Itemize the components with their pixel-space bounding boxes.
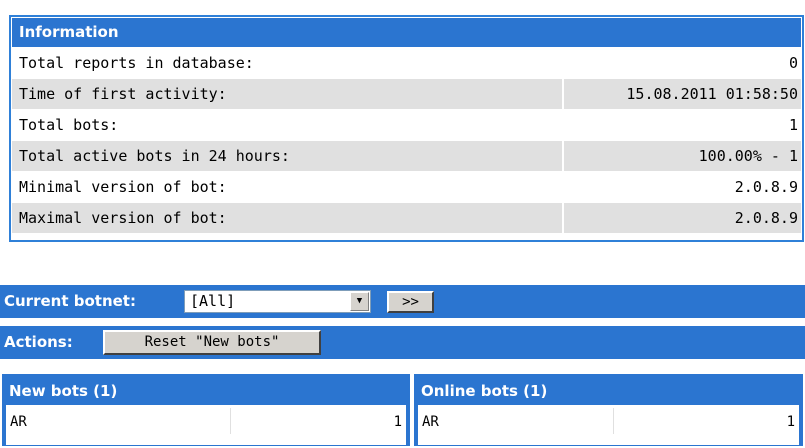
count-cell: 1	[230, 408, 406, 434]
chevron-down-icon[interactable]: ▼	[350, 292, 369, 311]
information-panel: Information Total reports in database: 0…	[9, 15, 804, 242]
botnet-select[interactable]: [All] ▼	[184, 290, 371, 313]
information-title: Information	[12, 18, 801, 47]
info-row-first-activity: Time of first activity: 15.08.2011 01:58…	[12, 79, 801, 110]
reset-new-bots-button[interactable]: Reset "New bots"	[103, 330, 321, 355]
new-bots-title: New bots (1)	[6, 378, 406, 405]
actions-label: Actions:	[4, 333, 73, 351]
botnet-selected-value: [All]	[190, 292, 236, 310]
info-row-max-version: Maximal version of bot: 2.0.8.9	[12, 203, 801, 234]
new-bots-panel: New bots (1) AR 1	[0, 372, 412, 448]
actions-bar: Actions: Reset "New bots"	[0, 326, 805, 359]
info-label: Total active bots in 24 hours:	[12, 141, 562, 171]
info-value: 2.0.8.9	[564, 203, 801, 233]
info-label: Time of first activity:	[12, 79, 562, 109]
info-row-active-bots: Total active bots in 24 hours: 100.00% -…	[12, 141, 801, 172]
country-cell: AR	[10, 414, 27, 430]
info-value: 0	[788, 54, 798, 72]
table-row: AR 1	[418, 408, 799, 436]
info-value: 15.08.2011 01:58:50	[564, 79, 801, 109]
table-row: AR 1	[6, 408, 406, 436]
count-cell: 1	[613, 408, 799, 434]
info-row-total-bots: Total bots: 1	[12, 110, 801, 141]
online-bots-panel: Online bots (1) AR 1	[412, 372, 805, 448]
info-value: 2.0.8.9	[734, 178, 798, 196]
info-row-total-reports: Total reports in database: 0	[12, 48, 801, 79]
info-label: Total bots:	[19, 116, 119, 134]
botnet-label: Current botnet:	[4, 292, 136, 310]
info-value: 100.00% - 1	[564, 141, 801, 171]
botnet-go-button[interactable]: >>	[387, 291, 434, 313]
online-bots-title: Online bots (1)	[418, 378, 799, 405]
info-label: Minimal version of bot:	[19, 178, 227, 196]
country-cell: AR	[422, 414, 439, 430]
info-row-min-version: Minimal version of bot: 2.0.8.9	[12, 172, 801, 203]
info-value: 1	[788, 116, 798, 134]
info-label: Maximal version of bot:	[12, 203, 562, 233]
botnet-bar: Current botnet: [All] ▼ >>	[0, 285, 805, 318]
info-label: Total reports in database:	[19, 54, 254, 72]
